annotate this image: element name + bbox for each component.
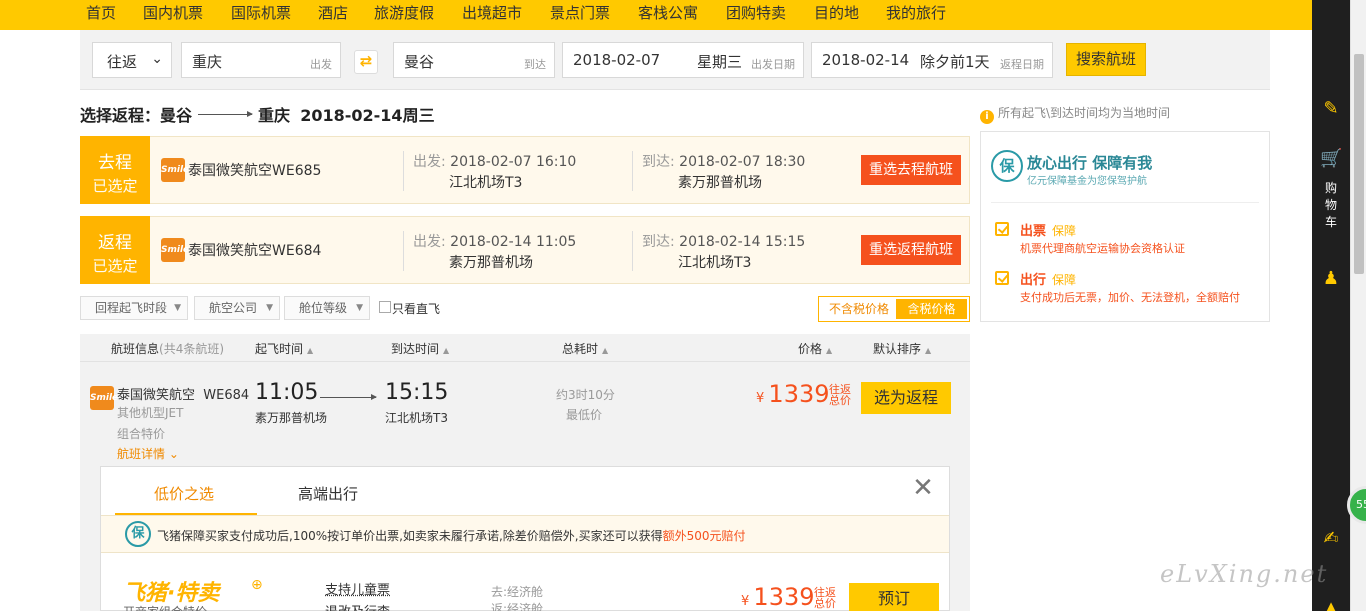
inbound-segment: 返程 已选定 Smile 泰国微笑航空WE684 出发: 2018-02-14 … — [80, 216, 970, 284]
sort-duration[interactable]: 总耗时 ▲ — [562, 340, 608, 357]
nav-international-flights[interactable]: 国际机票 — [231, 2, 291, 23]
book-button[interactable]: 预订 — [849, 583, 939, 611]
filter-departure-time[interactable]: 回程起飞时段 ▼ — [80, 296, 188, 320]
nav-hotels[interactable]: 酒店 — [318, 2, 348, 23]
tab-low-price[interactable]: 低价之选 — [154, 483, 214, 504]
caret-down-icon: ▼ — [174, 303, 181, 313]
sort-up-icon: ▲ — [925, 346, 932, 355]
reselect-inbound-button[interactable]: 重选返程航班 — [861, 235, 961, 265]
user-icon[interactable]: ♟ — [1320, 268, 1342, 290]
arrow-right-icon — [320, 394, 377, 400]
cart-label[interactable]: 购物车 — [1320, 180, 1342, 231]
to-city-input[interactable]: 曼谷 到达 — [393, 42, 555, 78]
watermark-logo: eLvXing.net — [1160, 560, 1329, 588]
trip-type-select[interactable]: 往返 ⌄ — [92, 42, 172, 78]
nav-inns[interactable]: 客栈公寓 — [638, 2, 698, 23]
right-toolbar: ✎ 🛒 购物车 ♟ ✍ ▲ — [1312, 0, 1350, 611]
return-date-input[interactable]: 2018-02-14 除夕前1天 返程日期 — [811, 42, 1053, 78]
direct-only-checkbox[interactable] — [379, 301, 391, 313]
back-to-top-icon[interactable]: ▲ — [1320, 598, 1342, 611]
guarantee-panel: 保 放心出行 保障有我 亿元保障基金为您保驾护航 出票 保障 机票代理商航空运输协… — [980, 131, 1270, 322]
tax-excluded-option[interactable]: 不含税价格 — [823, 299, 895, 319]
sort-price[interactable]: 价格 ▲ — [798, 340, 832, 357]
search-button[interactable]: 搜索航班 — [1066, 43, 1146, 76]
flight-list-header: 航班信息(共4条航班) 起飞时间 ▲ 到达时间 ▲ 总耗时 ▲ 价格 ▲ 默认排序 ▲ — [80, 334, 970, 362]
nav-destinations[interactable]: 目的地 — [814, 2, 859, 23]
outbound-tag: 去程 已选定 — [80, 136, 150, 204]
shield-icon: 保 — [991, 150, 1023, 182]
child-ticket-info[interactable]: 支持儿童票 — [325, 579, 390, 598]
from-city-input[interactable]: 重庆 出发 — [181, 42, 341, 78]
sort-arrive-time[interactable]: 到达时间 ▲ — [391, 340, 449, 357]
depart-date-input[interactable]: 2018-02-07 星期三 出发日期 — [562, 42, 804, 78]
sort-up-icon: ▲ — [307, 346, 314, 355]
nav-vacation[interactable]: 旅游度假 — [374, 2, 434, 23]
airline-logo: Smile — [161, 238, 189, 262]
airline-logo: Smile — [90, 386, 118, 410]
fare-price: ¥ 1339 — [741, 583, 815, 611]
tax-price-toggle: 不含税价格 含税价格 — [818, 296, 970, 322]
inbound-tag: 返程 已选定 — [80, 216, 150, 284]
sort-default[interactable]: 默认排序 ▲ — [873, 340, 931, 357]
ticket-icon[interactable]: ✎ — [1320, 98, 1342, 120]
nav-domestic-flights[interactable]: 国内机票 — [143, 2, 203, 23]
sort-up-icon: ▲ — [443, 346, 450, 355]
refund-baggage-info[interactable]: 退改及行李 — [325, 601, 390, 611]
filter-airline[interactable]: 航空公司 ▼ — [194, 296, 280, 320]
badge-icon: ⊕ — [251, 577, 263, 593]
shield-icon: 保 — [125, 521, 151, 547]
chevron-down-icon: ⌄ — [151, 51, 163, 67]
cart-icon[interactable]: 🛒 — [1320, 148, 1342, 170]
route-title: 选择返程：曼谷 重庆 2018-02-14周三 — [80, 106, 435, 125]
sort-up-icon: ▲ — [826, 346, 833, 355]
close-icon[interactable]: ✕ — [911, 475, 935, 501]
local-time-note: i 所有起飞\到达时间均为当地时间 — [980, 104, 1170, 124]
guarantee-notice: 保 飞猪保障买家支付成功后,100%按订单价出票,如卖家未履行承诺,除差价赔偿外… — [101, 515, 949, 553]
outbound-segment: 去程 已选定 Smile 泰国微笑航空WE685 出发: 2018-02-07 … — [80, 136, 970, 204]
info-icon: i — [980, 110, 994, 124]
nav-my-trips[interactable]: 我的旅行 — [886, 2, 946, 23]
flight-detail-link[interactable]: 航班详情 ⌄ — [117, 445, 179, 462]
nav-outbound-market[interactable]: 出境超市 — [462, 2, 522, 23]
fare-options-panel: 低价之选 高端出行 ✕ 保 飞猪保障买家支付成功后,100%按订单价出票,如卖家… — [100, 466, 950, 611]
feedback-icon[interactable]: ✍ — [1320, 528, 1342, 550]
sort-depart-time[interactable]: 起飞时间 ▲ — [255, 340, 313, 357]
caret-down-icon: ▼ — [266, 303, 273, 313]
chevron-down-icon: ⌄ — [168, 447, 179, 461]
top-nav: 首页 国内机票 国际机票 酒店 旅游度假 出境超市 景点门票 客栈公寓 团购特卖… — [0, 0, 1312, 30]
check-icon — [995, 271, 1009, 285]
select-return-button[interactable]: 选为返程 — [861, 382, 951, 414]
search-bar: 往返 ⌄ 重庆 出发 ⇄ 曼谷 到达 2018-02-07 星期三 出发日期 2… — [80, 30, 1270, 90]
swap-icon[interactable]: ⇄ — [354, 50, 378, 74]
reselect-outbound-button[interactable]: 重选去程航班 — [861, 155, 961, 185]
nav-group-deals[interactable]: 团购特卖 — [726, 2, 786, 23]
arrow-right-icon — [198, 111, 254, 117]
direct-only-label[interactable]: 只看直飞 — [392, 300, 440, 317]
tax-included-option[interactable]: 含税价格 — [896, 299, 967, 319]
nav-home[interactable]: 首页 — [86, 2, 116, 23]
check-icon — [995, 222, 1009, 236]
flight-price: ¥ 1339 — [756, 380, 830, 408]
nav-tickets[interactable]: 景点门票 — [550, 2, 610, 23]
scrollbar-thumb[interactable] — [1354, 54, 1364, 274]
filter-cabin-class[interactable]: 舱位等级 ▼ — [284, 296, 370, 320]
airline-logo: Smile — [161, 158, 189, 182]
sort-up-icon: ▲ — [602, 346, 609, 355]
tab-premium[interactable]: 高端出行 — [298, 483, 358, 504]
caret-down-icon: ▼ — [356, 303, 363, 313]
